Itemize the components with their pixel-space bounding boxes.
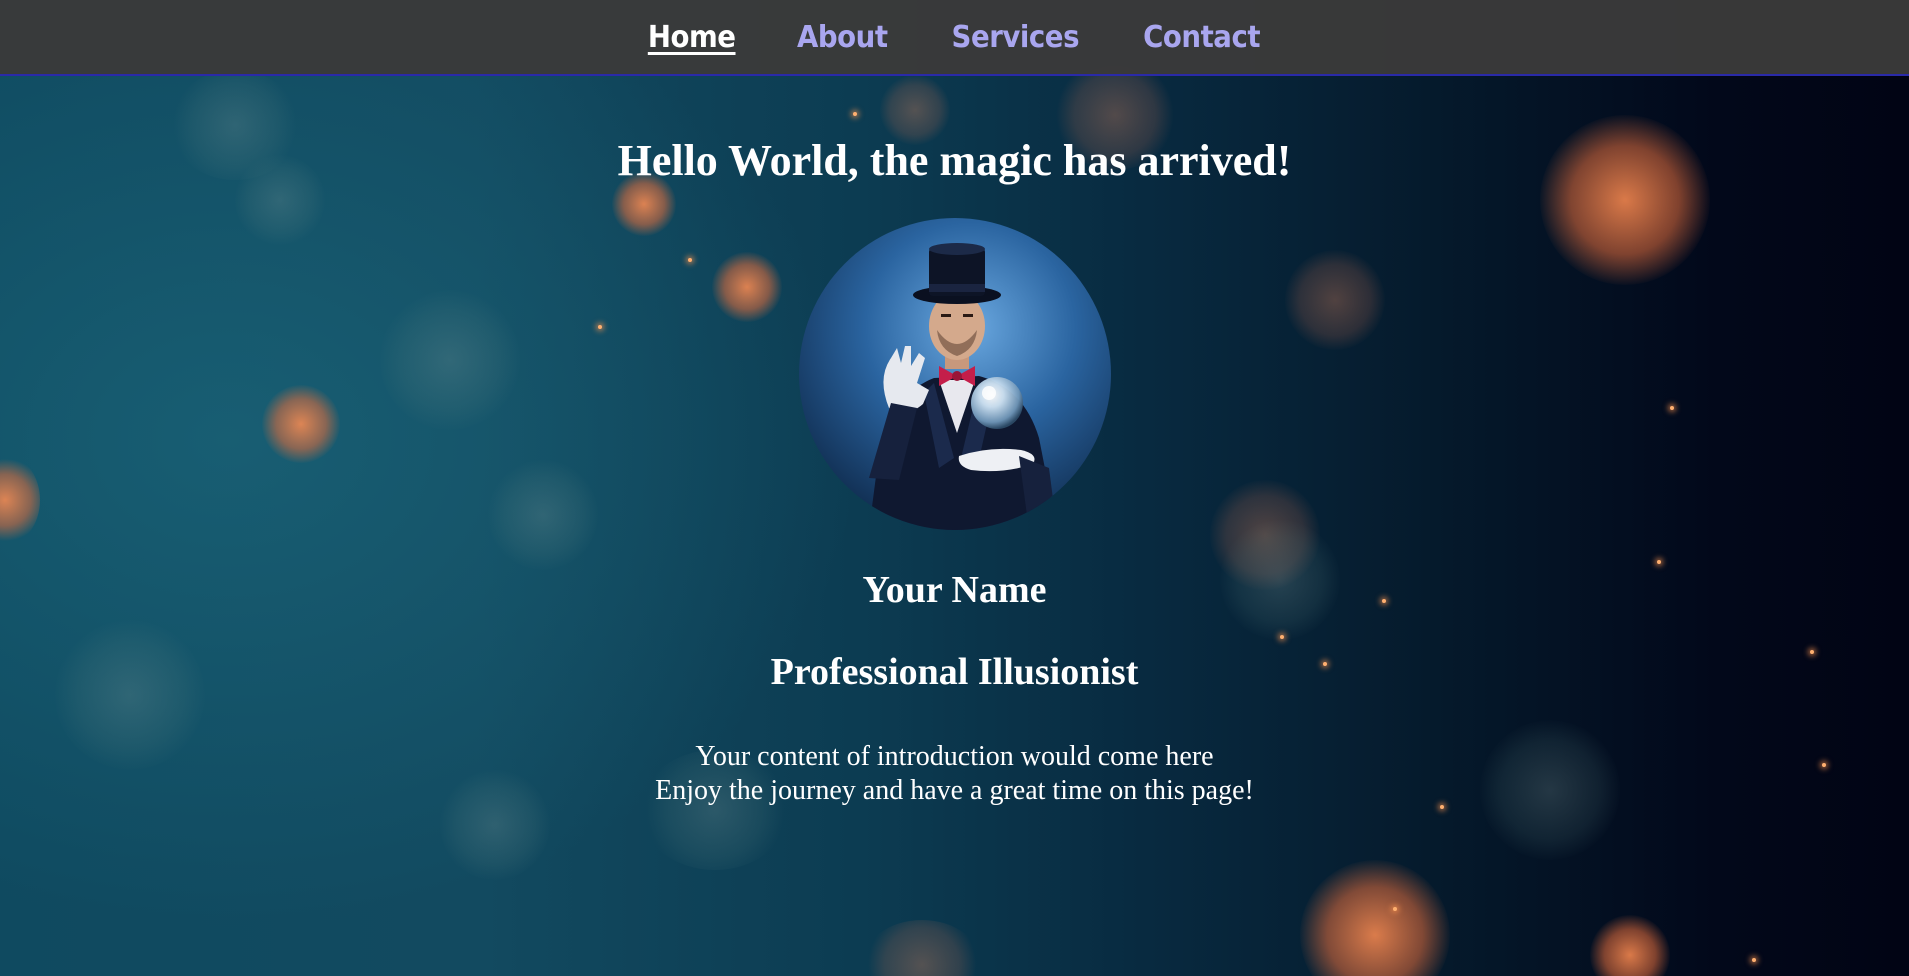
top-navigation: Home About Services Contact	[0, 0, 1909, 76]
intro-line: Your content of introduction would come …	[695, 741, 1214, 772]
intro-line: Enjoy the journey and have a great time …	[655, 775, 1254, 806]
magician-portrait	[798, 218, 1111, 530]
nav-link-about[interactable]: About	[797, 20, 888, 55]
page-headline: Hello World, the magic has arrived!	[617, 136, 1292, 185]
performer-name: Your Name	[862, 569, 1047, 611]
sparkle	[1393, 907, 1397, 911]
introduction-text: Your content of introduction would come …	[0, 740, 1909, 808]
nav-link-home[interactable]: Home	[648, 20, 736, 55]
bokeh-light	[862, 920, 982, 976]
bokeh-light	[1300, 860, 1450, 976]
sparkle	[1752, 958, 1756, 962]
bokeh-light	[1590, 915, 1670, 976]
magician-image	[798, 218, 1111, 530]
nav-link-services[interactable]: Services	[951, 20, 1079, 55]
performer-title: Professional Illusionist	[770, 651, 1139, 693]
nav-link-contact[interactable]: Contact	[1143, 20, 1260, 55]
hero-section: Hello World, the magic has arrived! Your…	[0, 76, 1909, 808]
